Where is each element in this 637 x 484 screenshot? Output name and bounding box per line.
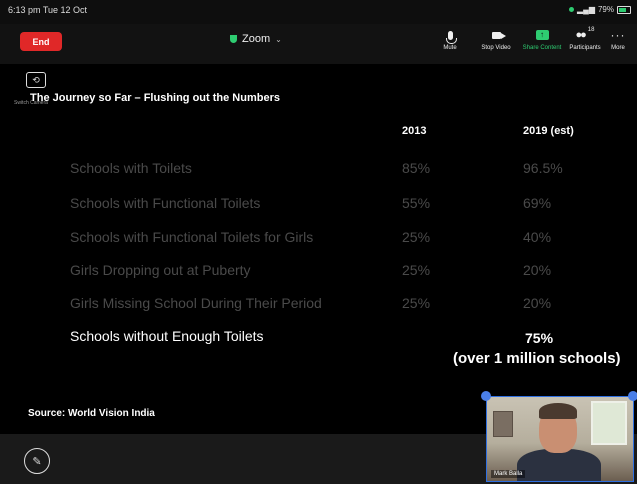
background-picture-frame <box>493 411 513 437</box>
row-value-2013: 25% <box>402 262 431 278</box>
person-body <box>517 449 601 481</box>
schools-note: (over 1 million schools) <box>453 350 621 367</box>
camera-rotate-icon: ⟲ <box>32 74 40 85</box>
meeting-toolbar: End Zoom ⌄ Mute Stop Video ↑ Share Conte… <box>0 24 637 64</box>
shared-slide <box>0 64 637 434</box>
row-value-2019: 69% <box>523 195 552 211</box>
end-button[interactable]: End <box>20 32 62 51</box>
row-value-2019: 20% <box>523 295 552 311</box>
row-value-2013: 25% <box>402 295 431 311</box>
chevron-down-icon: ⌄ <box>275 34 282 44</box>
share-content-label: Share Content <box>522 45 562 51</box>
microphone-icon <box>445 30 457 44</box>
row-value-2019: 96.5% <box>523 160 563 176</box>
background-window <box>591 401 627 445</box>
row-value-2019: 20% <box>523 262 552 278</box>
more-button[interactable]: ··· More <box>602 27 634 51</box>
row-value-2019: 40% <box>523 229 552 245</box>
column-header-2013: 2013 <box>402 125 427 137</box>
shield-icon <box>230 35 237 43</box>
participants-button[interactable]: ●● 18 Participants <box>563 27 607 51</box>
battery-percent: 79% <box>597 5 614 14</box>
resize-handle-icon[interactable] <box>481 391 491 401</box>
row-label: Schools with Functional Toilets for Girl… <box>70 229 314 245</box>
meeting-title-label: Zoom <box>242 33 271 45</box>
participants-count: 18 <box>587 27 595 33</box>
signal-icon: ▂▄▆ <box>577 5 595 14</box>
status-bar: 6:13 pm Tue 12 Oct ▂▄▆ 79% <box>0 0 637 24</box>
pencil-icon: ✎ <box>32 455 42 468</box>
video-name-label: Mark Balla <box>491 470 526 478</box>
stop-video-button[interactable]: Stop Video <box>474 27 518 51</box>
person-hair <box>539 403 577 419</box>
row-value-2019-highlight: 75% <box>525 330 554 346</box>
more-label: More <box>611 45 625 51</box>
resize-handle-icon[interactable] <box>628 391 637 401</box>
row-label: Schools with Toilets <box>70 160 192 176</box>
status-indicators: ▂▄▆ 79% <box>569 5 631 14</box>
battery-icon <box>617 5 631 14</box>
participants-label: Participants <box>569 45 601 51</box>
more-dots-icon: ··· <box>610 28 626 42</box>
video-camera-icon <box>491 31 506 39</box>
row-label: Girls Missing School During Their Period <box>70 295 322 311</box>
meeting-title[interactable]: Zoom ⌄ <box>230 33 282 45</box>
row-label-highlight: Schools without Enough Toilets <box>70 328 264 344</box>
row-value-2013: 55% <box>402 195 431 211</box>
row-label: Girls Dropping out at Puberty <box>70 262 251 278</box>
mute-label: Mute <box>443 45 457 51</box>
status-time: 6:13 pm Tue 12 Oct <box>8 5 88 15</box>
slide-title: The Journey so Far – Flushing out the Nu… <box>30 92 280 104</box>
row-value-2013: 25% <box>402 229 431 245</box>
slide-source: Source: World Vision India <box>28 408 155 419</box>
share-content-button[interactable]: ↑ Share Content <box>520 27 564 51</box>
participants-icon: ●● <box>575 29 587 41</box>
stop-video-label: Stop Video <box>481 45 511 51</box>
video-thumbnail[interactable]: Mark Balla <box>486 396 634 482</box>
share-arrow-icon: ↑ <box>535 30 549 40</box>
switch-camera-button[interactable]: ⟲ <box>26 72 46 88</box>
column-header-2019: 2019 (est) <box>523 125 574 137</box>
row-label: Schools with Functional Toilets <box>70 195 261 211</box>
row-value-2013: 85% <box>402 160 431 176</box>
camera-active-icon <box>569 7 574 12</box>
mute-button[interactable]: Mute <box>428 27 472 51</box>
annotate-button[interactable]: ✎ <box>24 448 50 474</box>
